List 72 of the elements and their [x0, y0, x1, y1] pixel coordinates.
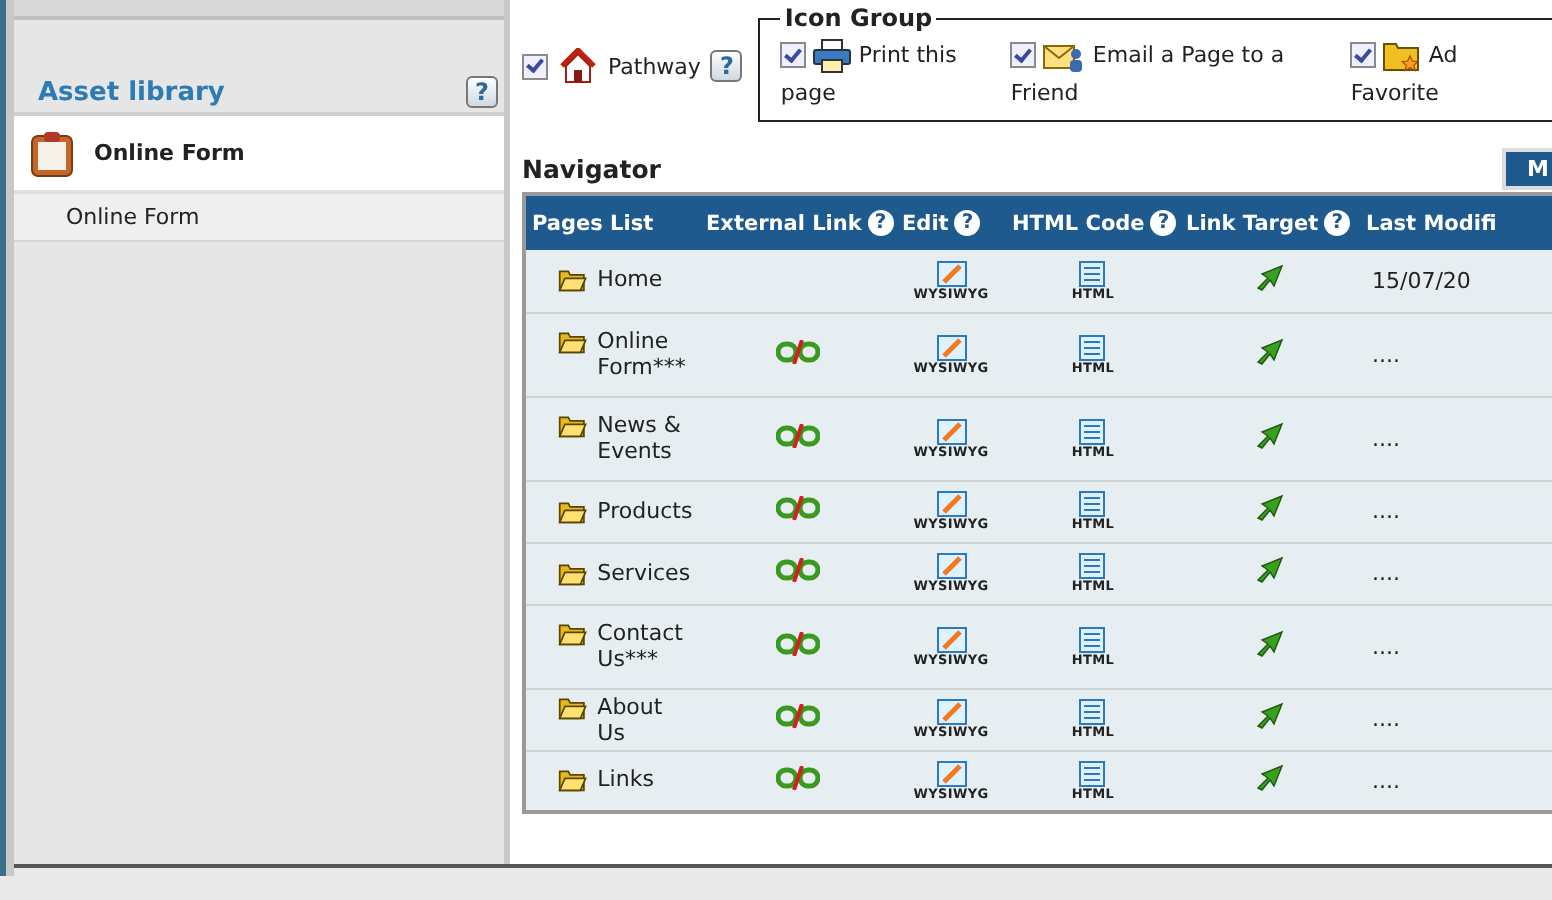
broken-link-icon	[776, 496, 820, 520]
page-name[interactable]: Links	[597, 766, 694, 793]
page-name[interactable]: Home	[597, 266, 694, 293]
pointer-arrow-icon[interactable]	[1256, 263, 1284, 292]
last-modified: ....	[1360, 604, 1552, 688]
help-icon[interactable]: ?	[954, 210, 981, 236]
option-label-continued: Favorite	[1350, 78, 1441, 110]
icon-group-legend: Icon Group	[780, 4, 937, 32]
folder-icon	[558, 266, 588, 295]
broken-link-icon	[776, 339, 820, 363]
option-label-continued: page	[780, 78, 838, 110]
last-modified: ....	[1360, 542, 1552, 604]
pathway-label: Pathway	[608, 53, 701, 79]
folder-icon	[558, 693, 588, 721]
help-icon[interactable]: ?	[1150, 210, 1177, 236]
broken-link-icon	[776, 423, 820, 447]
folder-star-icon	[1382, 37, 1423, 74]
option-label: Email a Page to a	[1092, 42, 1285, 68]
broken-link-icon	[776, 631, 820, 655]
clipboard-icon	[30, 129, 74, 177]
column-header: HTML Code	[1012, 211, 1145, 235]
pointer-arrow-icon[interactable]	[1256, 763, 1284, 792]
folder-icon	[558, 412, 588, 440]
pointer-arrow-icon[interactable]	[1256, 337, 1284, 365]
last-modified: ....	[1360, 750, 1552, 812]
folder-icon	[558, 497, 588, 525]
checkbox[interactable]	[522, 53, 548, 79]
column-header: Edit	[902, 211, 949, 235]
house-icon	[558, 48, 598, 84]
column-header: External Link	[706, 211, 862, 235]
page-name[interactable]: Products	[597, 497, 694, 523]
last-modified: ....	[1360, 312, 1552, 396]
checkbox[interactable]	[780, 42, 807, 69]
folder-icon	[558, 766, 588, 795]
pointer-arrow-icon[interactable]	[1256, 494, 1284, 522]
sidebar-item[interactable]: Online Form	[14, 116, 504, 194]
help-icon[interactable]: ?	[867, 210, 894, 236]
help-icon[interactable]: ?	[466, 76, 498, 108]
printer-icon	[812, 37, 853, 74]
option-label-continued: Friend	[1010, 78, 1081, 110]
help-icon[interactable]: ?	[710, 50, 743, 82]
pointer-arrow-icon[interactable]	[1256, 421, 1284, 449]
menu-button[interactable]: M	[1502, 147, 1552, 189]
option-label: Print this	[858, 42, 957, 68]
column-header: Last Modifi	[1366, 211, 1497, 235]
last-modified: ....	[1360, 480, 1552, 542]
navigator-title: Navigator	[522, 153, 661, 183]
sidebar-title: Asset library	[38, 77, 225, 107]
broken-link-icon	[776, 704, 820, 728]
last-modified: 15/07/20	[1360, 250, 1552, 312]
option-label: Ad	[1428, 42, 1458, 68]
folder-icon	[558, 559, 588, 587]
broken-link-icon	[776, 558, 820, 582]
last-modified: ....	[1360, 688, 1552, 750]
page-name[interactable]: Online Form***	[597, 328, 694, 380]
folder-icon	[558, 620, 588, 648]
broken-link-icon	[776, 765, 820, 790]
column-header: Pages List	[532, 211, 654, 235]
checkbox[interactable]	[1350, 42, 1377, 69]
folder-icon	[558, 328, 588, 356]
page-name[interactable]: About Us	[597, 693, 694, 745]
last-modified: ....	[1360, 396, 1552, 480]
help-icon[interactable]: ?	[1324, 210, 1351, 236]
sidebar-item[interactable]: Online Form	[14, 194, 504, 242]
pointer-arrow-icon[interactable]	[1256, 702, 1284, 730]
page-name[interactable]: Contact Us***	[597, 620, 694, 672]
pointer-arrow-icon[interactable]	[1256, 629, 1284, 657]
page-name[interactable]: News & Events	[597, 412, 694, 464]
pointer-arrow-icon[interactable]	[1256, 556, 1284, 584]
checkbox[interactable]	[1010, 42, 1037, 69]
page-name[interactable]: Services	[597, 559, 694, 585]
column-header: Link Target	[1186, 211, 1319, 235]
